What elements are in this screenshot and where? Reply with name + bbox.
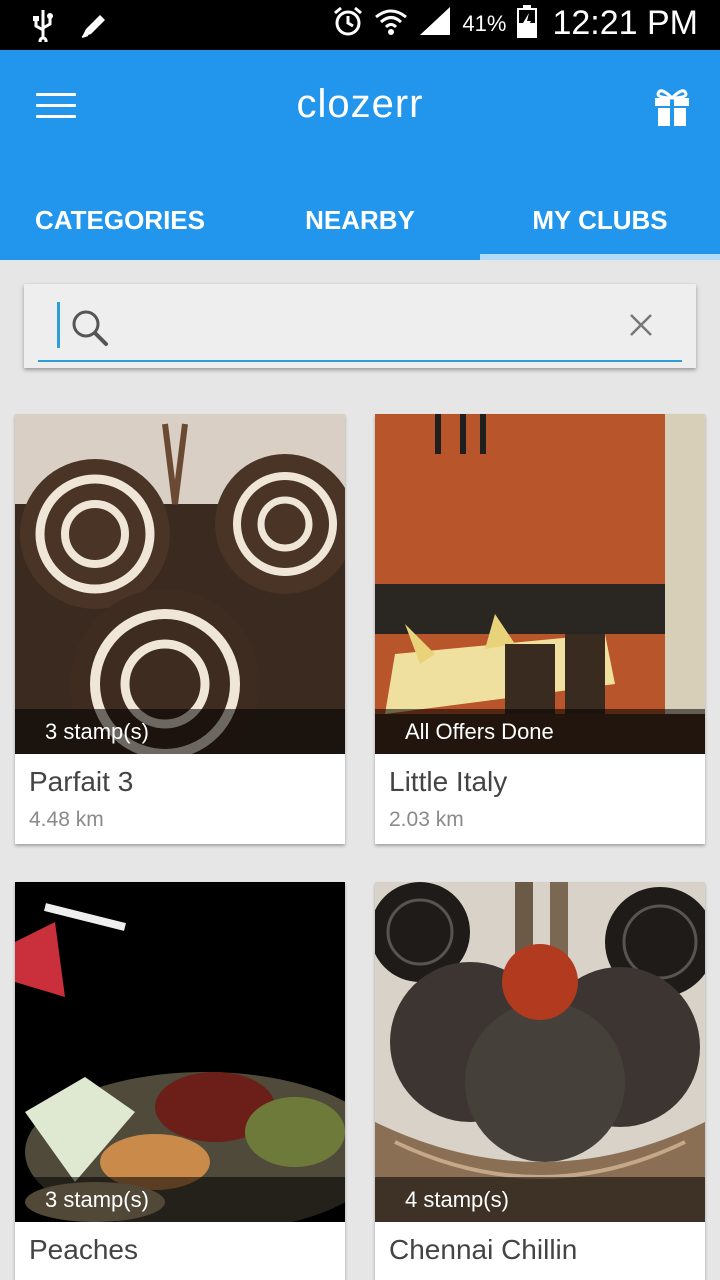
club-photo bbox=[375, 882, 705, 1222]
club-badge: 4 stamp(s) bbox=[375, 1177, 705, 1222]
club-card[interactable]: 3 stamp(s) Peaches bbox=[15, 882, 345, 1280]
text-cursor bbox=[57, 302, 60, 348]
clock: 12:21 PM bbox=[552, 4, 698, 42]
battery-icon bbox=[516, 4, 538, 43]
edit-icon bbox=[78, 9, 110, 46]
club-badge: 3 stamp(s) bbox=[15, 709, 345, 754]
battery-percent: 41% bbox=[462, 10, 507, 36]
tab-categories[interactable]: CATEGORIES bbox=[0, 180, 240, 260]
signal-icon bbox=[418, 5, 452, 42]
club-name: Chennai Chillin bbox=[389, 1234, 578, 1265]
club-card[interactable]: All Offers Done Little Italy 2.03 km bbox=[375, 414, 705, 844]
clear-icon[interactable] bbox=[628, 312, 654, 343]
club-card[interactable]: 4 stamp(s) Chennai Chillin bbox=[375, 882, 705, 1280]
club-name: Little Italy bbox=[389, 766, 508, 797]
tab-my-clubs[interactable]: MY CLUBS bbox=[480, 180, 720, 260]
tab-nearby[interactable]: NEARBY bbox=[240, 180, 480, 260]
club-badge: 3 stamp(s) bbox=[15, 1177, 345, 1222]
club-name: Peaches bbox=[29, 1234, 138, 1265]
app-bar: clozerr CATEGORIES NEARBY MY CLUBS bbox=[0, 50, 720, 260]
search-card bbox=[24, 284, 696, 368]
app-title: clozerr bbox=[296, 82, 424, 126]
tab-bar: CATEGORIES NEARBY MY CLUBS bbox=[0, 180, 720, 260]
club-badge: All Offers Done bbox=[375, 709, 705, 754]
usb-icon bbox=[30, 8, 56, 47]
club-photo bbox=[15, 414, 345, 754]
club-name: Parfait 3 bbox=[29, 766, 134, 797]
gift-icon[interactable] bbox=[652, 84, 692, 128]
status-bar: 41% 12:21 PM bbox=[0, 0, 720, 50]
club-distance: 2.03 km bbox=[389, 808, 464, 831]
search-icon bbox=[70, 308, 110, 353]
club-distance: 4.48 km bbox=[29, 808, 104, 831]
club-photo bbox=[375, 414, 705, 754]
search-input[interactable] bbox=[38, 300, 682, 362]
club-card[interactable]: 3 stamp(s) Parfait 3 4.48 km bbox=[15, 414, 345, 844]
alarm-icon bbox=[332, 5, 364, 42]
wifi-icon bbox=[374, 5, 408, 42]
club-photo bbox=[15, 882, 345, 1222]
